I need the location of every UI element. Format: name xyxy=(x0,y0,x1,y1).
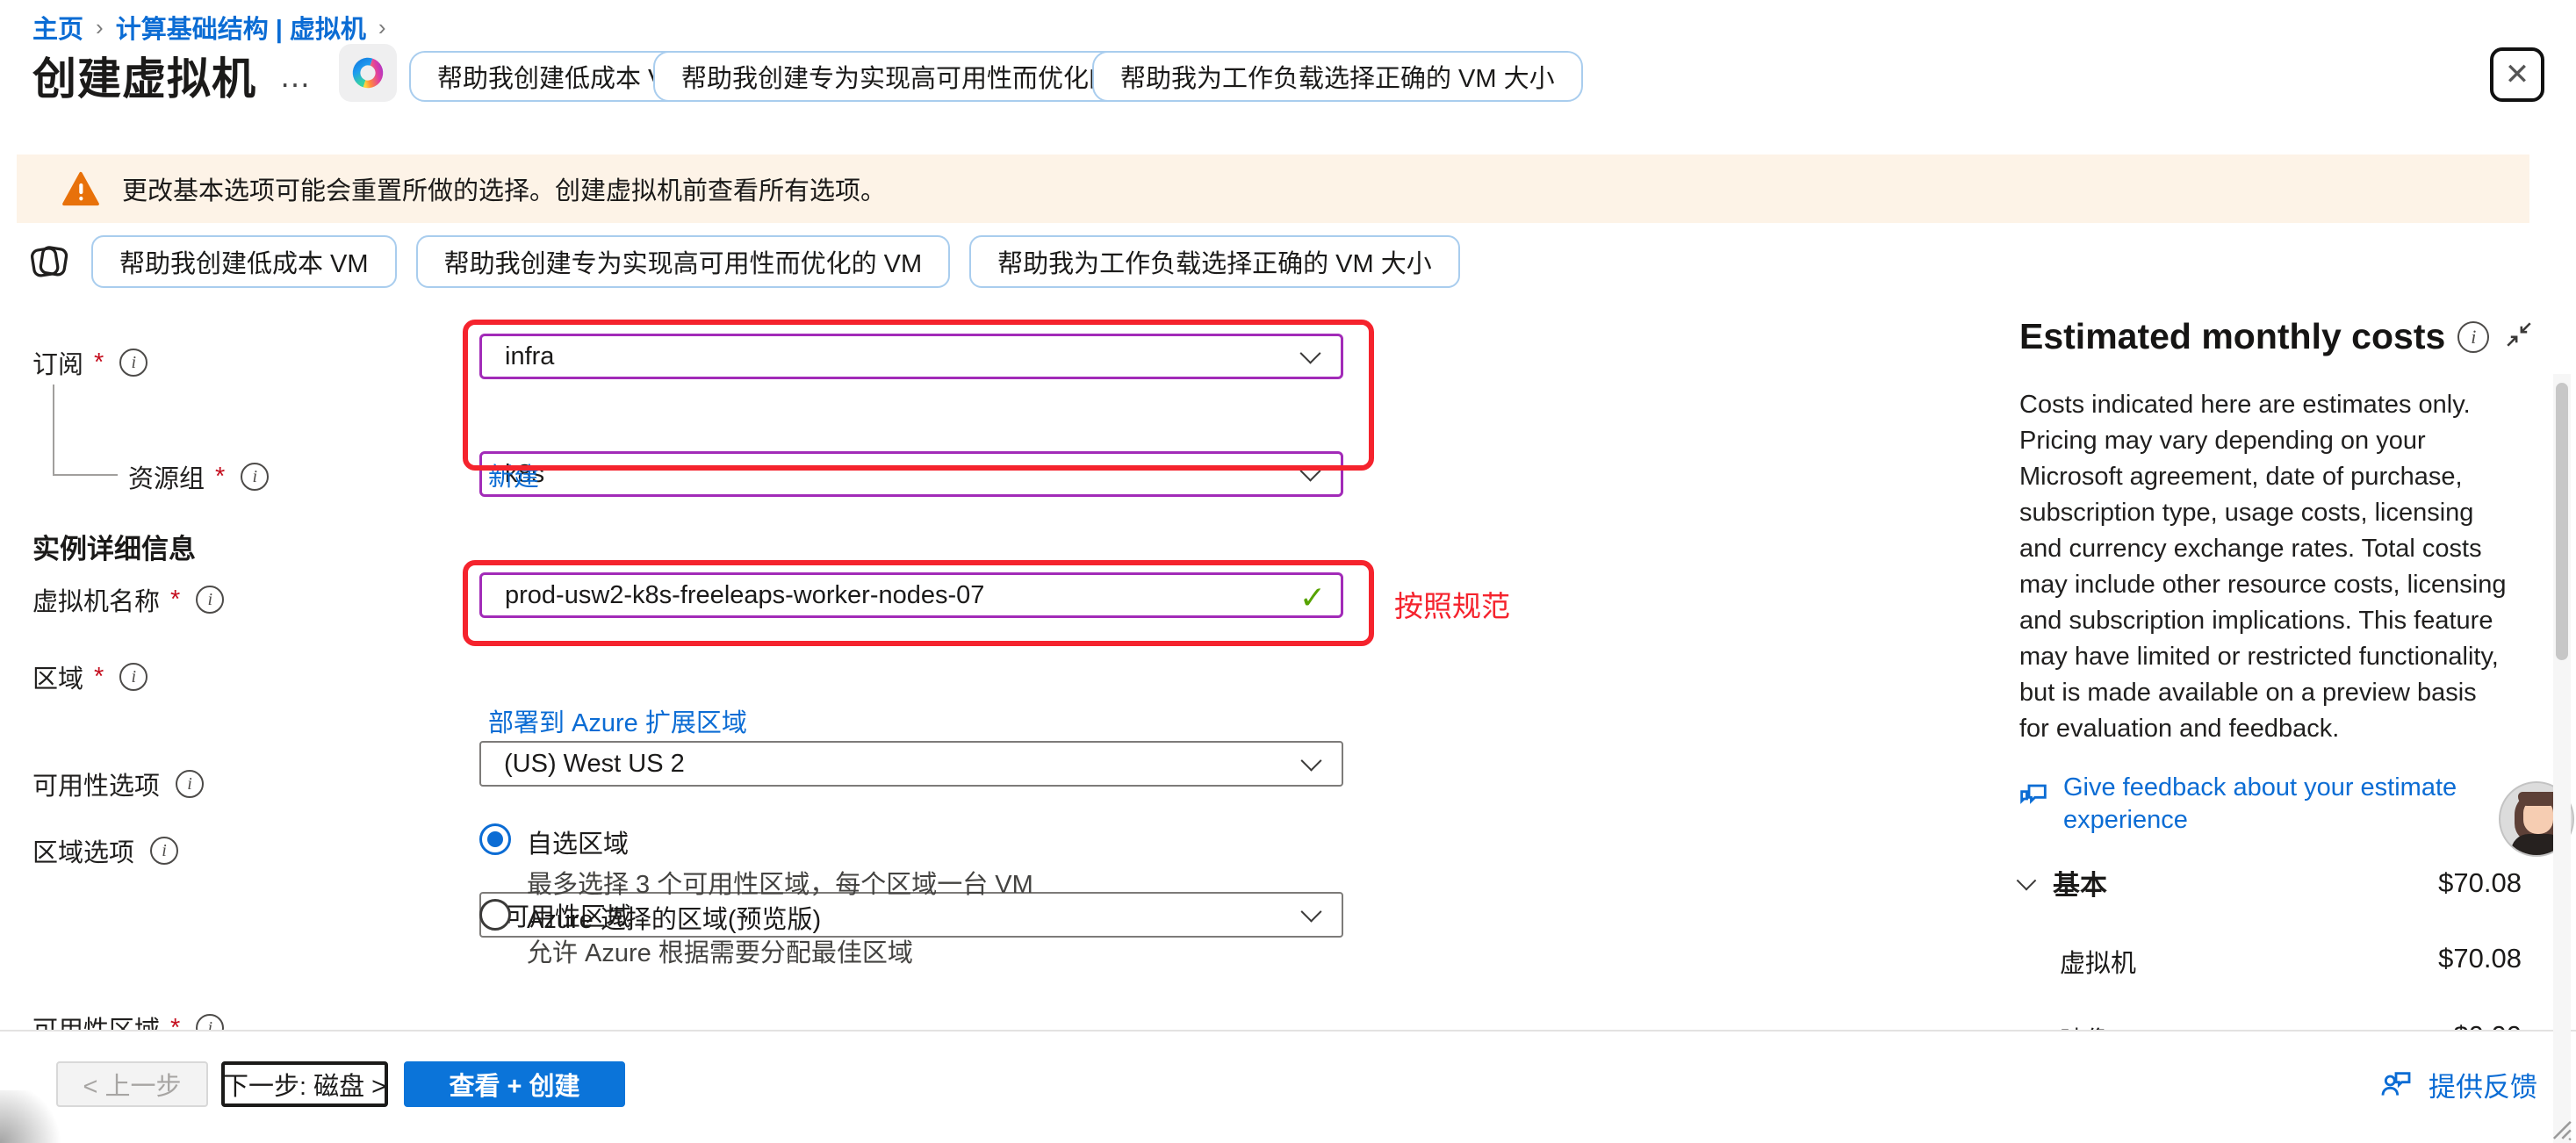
region-label: 区域 * i xyxy=(32,658,148,695)
radio-selected-icon[interactable] xyxy=(479,823,511,855)
breadcrumb: 主页 › 计算基础结构 | 虚拟机 › xyxy=(32,9,386,46)
page-title: 创建虚拟机 xyxy=(32,44,256,107)
required-asterisk: * xyxy=(94,349,104,377)
required-asterisk: * xyxy=(170,586,180,615)
close-icon: ✕ xyxy=(2505,57,2530,92)
costs-panel-title: Estimated monthly costs xyxy=(2019,316,2445,357)
estimate-feedback-link[interactable]: Give feedback about your estimate experi… xyxy=(2063,772,2490,837)
give-feedback-label: 提供反馈 xyxy=(2428,1065,2537,1104)
copilot-icon[interactable] xyxy=(339,44,397,102)
warning-banner: 更改基本选项可能会重置所做的选择。创建虚拟机前查看所有选项。 xyxy=(17,155,2529,223)
info-icon[interactable]: i xyxy=(2457,321,2489,353)
tree-connector xyxy=(53,474,118,476)
give-feedback-button[interactable]: 提供反馈 xyxy=(2378,1065,2537,1104)
info-icon[interactable]: i xyxy=(241,463,269,491)
subscription-value: infra xyxy=(505,342,554,371)
zone-option-azure-select-desc: 允许 Azure 根据需要分配最佳区域 xyxy=(527,932,913,969)
assist-right-size-vm-button-2[interactable]: 帮助我为工作负载选择正确的 VM 大小 xyxy=(969,235,1460,288)
breadcrumb-separator-icon: › xyxy=(96,14,104,41)
breadcrumb-separator-icon: › xyxy=(378,14,386,41)
chevron-down-icon xyxy=(1299,343,1320,364)
review-create-button[interactable]: 查看 + 创建 xyxy=(404,1061,625,1107)
radio-unselected-icon[interactable] xyxy=(479,899,511,931)
zone-option-azure-select-label: Azure 选择的区域(预览版) xyxy=(527,899,821,936)
cost-group-amount: $70.08 xyxy=(2438,867,2522,899)
corner-shadow xyxy=(0,1090,61,1143)
instance-details-heading: 实例详细信息 xyxy=(32,527,196,566)
cost-item-row: 虚拟机 $70.08 xyxy=(2060,943,2522,980)
chevron-down-icon xyxy=(1299,461,1320,482)
create-vm-page: 主页 › 计算基础结构 | 虚拟机 › 创建虚拟机 … 帮助我创建低成本 VM … xyxy=(0,0,2576,1143)
resource-group-dropdown[interactable]: k8s xyxy=(479,451,1343,497)
cost-group-name: 基本 xyxy=(2053,863,2107,902)
estimated-costs-panel: Estimated monthly costs i Costs indicate… xyxy=(1991,316,2557,1143)
resize-grip-icon[interactable] xyxy=(2539,1108,2574,1143)
subscription-label: 订阅 * i xyxy=(32,344,148,381)
next-step-disks-button[interactable]: 下一步: 磁盘 > xyxy=(221,1061,388,1107)
copilot-outline-icon xyxy=(26,236,72,287)
footer-bar: < 上一步 下一步: 磁盘 > 查看 + 创建 提供反馈 xyxy=(0,1030,2576,1143)
warning-icon xyxy=(62,171,99,206)
previous-step-button[interactable]: < 上一步 xyxy=(56,1061,208,1107)
vm-name-input[interactable] xyxy=(479,572,1343,618)
info-icon[interactable]: i xyxy=(119,349,148,377)
scrollbar-thumb[interactable] xyxy=(2556,383,2568,660)
zone-option-self-select[interactable]: 自选区域 xyxy=(479,823,629,860)
zone-option-self-select-desc: 最多选择 3 个可用性区域，每个区域一台 VM xyxy=(527,864,1033,901)
required-asterisk: * xyxy=(94,663,104,692)
availability-options-label: 可用性选项 i xyxy=(32,766,204,802)
required-asterisk: * xyxy=(215,463,225,492)
breadcrumb-compute-vms[interactable]: 计算基础结构 | 虚拟机 xyxy=(116,9,366,46)
deploy-extended-zones-link[interactable]: 部署到 Azure 扩展区域 xyxy=(488,702,747,739)
zone-option-self-select-label: 自选区域 xyxy=(527,823,629,860)
feedback-bubbles-icon xyxy=(2016,777,2051,837)
vm-name-annotation: 按照规范 xyxy=(1394,583,1510,625)
assist-right-size-vm-button[interactable]: 帮助我为工作负载选择正确的 VM 大小 xyxy=(1092,51,1583,102)
breadcrumb-home[interactable]: 主页 xyxy=(32,9,83,46)
cost-group-row[interactable]: 基本 $70.08 xyxy=(2019,863,2522,902)
vm-name-label: 虚拟机名称 * i xyxy=(32,581,224,618)
info-icon[interactable]: i xyxy=(196,586,224,614)
assist-high-availability-vm-button-2[interactable]: 帮助我创建专为实现高可用性而优化的 VM xyxy=(416,235,951,288)
chevron-down-icon xyxy=(1300,751,1321,772)
region-value: (US) West US 2 xyxy=(504,750,685,779)
chevron-down-icon[interactable] xyxy=(2017,870,2037,890)
resource-group-label: 资源组 * i xyxy=(128,458,269,495)
warning-banner-text: 更改基本选项可能会重置所做的选择。创建虚拟机前查看所有选项。 xyxy=(122,170,886,207)
info-icon[interactable]: i xyxy=(150,837,178,865)
costs-panel-description: Costs indicated here are estimates only.… xyxy=(2019,387,2508,747)
info-icon[interactable]: i xyxy=(119,663,148,691)
valid-check-icon: ✓ xyxy=(1299,579,1326,616)
vm-name-field-wrap: ✓ xyxy=(479,572,1343,618)
close-button[interactable]: ✕ xyxy=(2490,47,2544,102)
tree-connector xyxy=(53,385,54,476)
cost-item-name: 虚拟机 xyxy=(2060,943,2136,980)
chevron-down-icon xyxy=(1300,902,1321,923)
zone-options-label: 区域选项 i xyxy=(32,832,178,869)
collapse-panel-icon[interactable] xyxy=(2504,320,2534,354)
assist-low-cost-vm-button-2[interactable]: 帮助我创建低成本 VM xyxy=(91,235,397,288)
create-new-resource-group-link[interactable]: 新建 xyxy=(488,456,539,493)
subscription-dropdown[interactable]: infra xyxy=(479,334,1343,379)
cost-item-amount: $70.08 xyxy=(2438,943,2522,980)
overflow-menu-icon[interactable]: … xyxy=(279,58,313,95)
estimate-feedback-link-row[interactable]: Give feedback about your estimate experi… xyxy=(2016,772,2490,837)
person-feedback-icon xyxy=(2378,1068,2414,1103)
region-dropdown[interactable]: (US) West US 2 xyxy=(479,741,1343,787)
zone-option-azure-select[interactable]: Azure 选择的区域(预览版) xyxy=(479,899,821,936)
info-icon[interactable]: i xyxy=(176,770,204,798)
assist-row: 帮助我创建低成本 VM 帮助我创建专为实现高可用性而优化的 VM 帮助我为工作负… xyxy=(26,235,1460,288)
